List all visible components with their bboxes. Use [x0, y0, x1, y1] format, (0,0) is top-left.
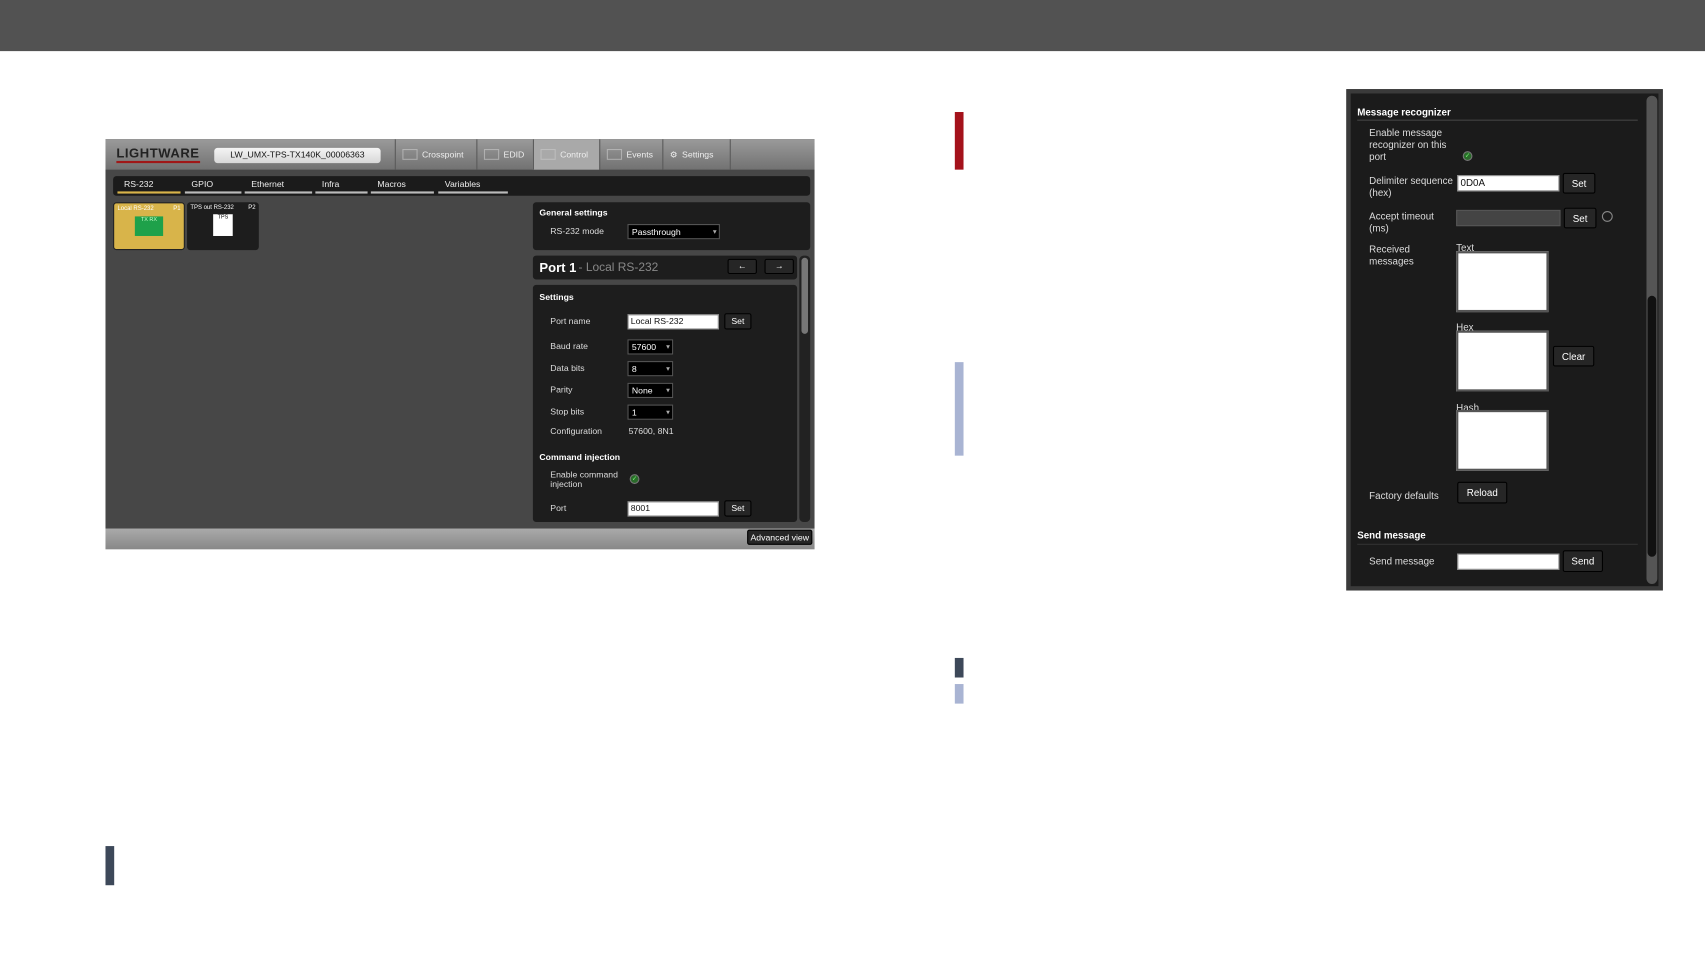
hex-messages-area[interactable] — [1456, 330, 1549, 392]
port-header: Port 1 - Local RS-232 ← → — [532, 255, 798, 280]
port-title: Port 1 — [539, 259, 577, 276]
text-messages-area[interactable] — [1456, 251, 1549, 313]
delimiter-set-button[interactable]: Set — [1562, 172, 1596, 194]
tab-ethernet[interactable]: Ethernet — [244, 178, 313, 194]
prev-port-button[interactable]: ← — [727, 258, 757, 275]
section-title: Send message — [1357, 530, 1638, 545]
rs232-mode-label: RS-232 mode — [550, 226, 604, 236]
port-subtitle: - Local RS-232 — [578, 261, 659, 275]
stop-bits-label: Stop bits — [550, 406, 585, 417]
send-message-input[interactable] — [1457, 553, 1560, 570]
enable-injection-label: Enable command injection — [550, 469, 618, 490]
section-title: General settings — [539, 207, 608, 218]
accent-bar-lavender — [954, 362, 964, 456]
timeout-label: Accept timeout (ms) — [1369, 210, 1434, 234]
nav-edid[interactable]: EDID — [476, 139, 533, 170]
rj45-icon: TPS — [213, 214, 233, 236]
accent-bar-slate — [105, 846, 115, 886]
nav-crosspoint[interactable]: Crosspoint — [394, 139, 477, 170]
settings-panel: Settings Port name Local RS-232 Set Baud… — [532, 284, 798, 522]
nav-label: EDID — [503, 149, 525, 160]
accent-square-light — [954, 684, 964, 704]
port-name: Local RS-232 — [117, 205, 154, 213]
tab-rs232[interactable]: RS-232 — [117, 178, 181, 194]
port-name-input[interactable]: Local RS-232 — [627, 314, 719, 330]
port-name-label: Port name — [550, 316, 591, 327]
next-port-button[interactable]: → — [764, 258, 794, 275]
page-header-bar — [0, 0, 1705, 52]
nav-label: Control — [560, 149, 589, 160]
monitor-icon — [483, 148, 500, 160]
delimiter-label: Delimiter sequence (hex) — [1369, 175, 1453, 198]
nav-label: Events — [626, 149, 654, 160]
bottom-bar — [105, 528, 815, 550]
crosspoint-icon — [402, 148, 418, 160]
app-header: LIGHTWARE LW_UMX-TPS-TX140K_00006363 Cro… — [105, 139, 815, 170]
port-tile-p2[interactable]: TPS out RS-232 P2 TPS — [187, 202, 259, 251]
accent-square-dark — [954, 657, 964, 678]
terminal-block-icon: TX RX — [134, 216, 164, 236]
accent-bar-red — [954, 112, 964, 170]
tab-variables[interactable]: Variables — [438, 178, 508, 194]
port-tile-p1[interactable]: Local RS-232 P1 TX RX — [113, 202, 185, 251]
data-bits-select[interactable]: 8 — [627, 361, 674, 377]
nav-events[interactable]: Events — [599, 139, 662, 170]
configuration-value: 57600, 8N1 — [628, 426, 674, 437]
port-id: P2 — [248, 204, 256, 211]
port-name-set-button[interactable]: Set — [724, 313, 752, 330]
reload-button[interactable]: Reload — [1457, 481, 1508, 504]
send-message-label: Send message — [1369, 555, 1435, 567]
timeout-input[interactable] — [1456, 209, 1561, 227]
message-recognizer-panel: Message recognizer Enable message recogn… — [1346, 89, 1663, 591]
arrow-right-icon: → — [774, 261, 784, 271]
enable-recognizer-label: Enable message recognizer on this port — [1369, 127, 1447, 163]
received-messages-label: Received messages — [1369, 243, 1414, 267]
data-bits-label: Data bits — [550, 363, 585, 374]
timeout-checkbox[interactable] — [1601, 210, 1613, 222]
tab-gpio[interactable]: GPIO — [184, 178, 242, 194]
port-name: TPS out RS-232 — [190, 204, 234, 211]
control-icon — [540, 148, 556, 160]
scrollbar[interactable] — [799, 255, 811, 522]
lightware-logo: LIGHTWARE — [116, 146, 200, 164]
lightware-screenshot: LIGHTWARE LW_UMX-TPS-TX140K_00006363 Cro… — [105, 139, 815, 550]
configuration-label: Configuration — [550, 426, 603, 437]
send-button[interactable]: Send — [1562, 550, 1603, 573]
rs232-mode-select[interactable]: Passthrough — [627, 224, 720, 240]
enable-injection-checkbox[interactable]: ✓ — [629, 474, 640, 484]
tab-macros[interactable]: Macros — [370, 178, 434, 194]
stop-bits-select[interactable]: 1 — [627, 404, 674, 420]
nav-control[interactable]: Control — [532, 139, 600, 170]
clear-button[interactable]: Clear — [1552, 345, 1595, 367]
tab-infra[interactable]: Infra — [315, 178, 368, 194]
gear-icon: ⚙ — [669, 149, 678, 160]
general-settings-panel: General settings RS-232 mode Passthrough — [532, 202, 811, 251]
baud-rate-label: Baud rate — [550, 341, 589, 352]
nav-label: Settings — [682, 149, 714, 160]
delimiter-input[interactable]: 0D0A — [1457, 175, 1560, 192]
section-title: Settings — [539, 292, 574, 303]
arrow-left-icon: ← — [737, 261, 747, 271]
section-title: Command injection — [539, 452, 621, 463]
injection-port-set-button[interactable]: Set — [724, 500, 752, 517]
section-title: Message recognizer — [1357, 107, 1638, 121]
advanced-view-button[interactable]: Advanced view — [747, 529, 813, 545]
parity-label: Parity — [550, 384, 573, 395]
baud-rate-select[interactable]: 57600 — [627, 339, 674, 355]
parity-select[interactable]: None — [627, 382, 674, 399]
enable-recognizer-checkbox[interactable]: ✓ — [1462, 151, 1473, 161]
port-id: P1 — [173, 205, 181, 213]
timeout-set-button[interactable]: Set — [1563, 207, 1597, 229]
injection-port-label: Port — [550, 503, 567, 514]
events-icon — [606, 148, 623, 160]
device-name[interactable]: LW_UMX-TPS-TX140K_00006363 — [214, 147, 381, 164]
scrollbar[interactable] — [1646, 95, 1658, 584]
hash-messages-area[interactable] — [1456, 409, 1549, 471]
nav-label: Crosspoint — [421, 149, 464, 160]
injection-port-input[interactable]: 8001 — [627, 501, 719, 517]
nav-settings[interactable]: ⚙ Settings — [662, 139, 731, 170]
factory-defaults-label: Factory defaults — [1369, 490, 1439, 502]
